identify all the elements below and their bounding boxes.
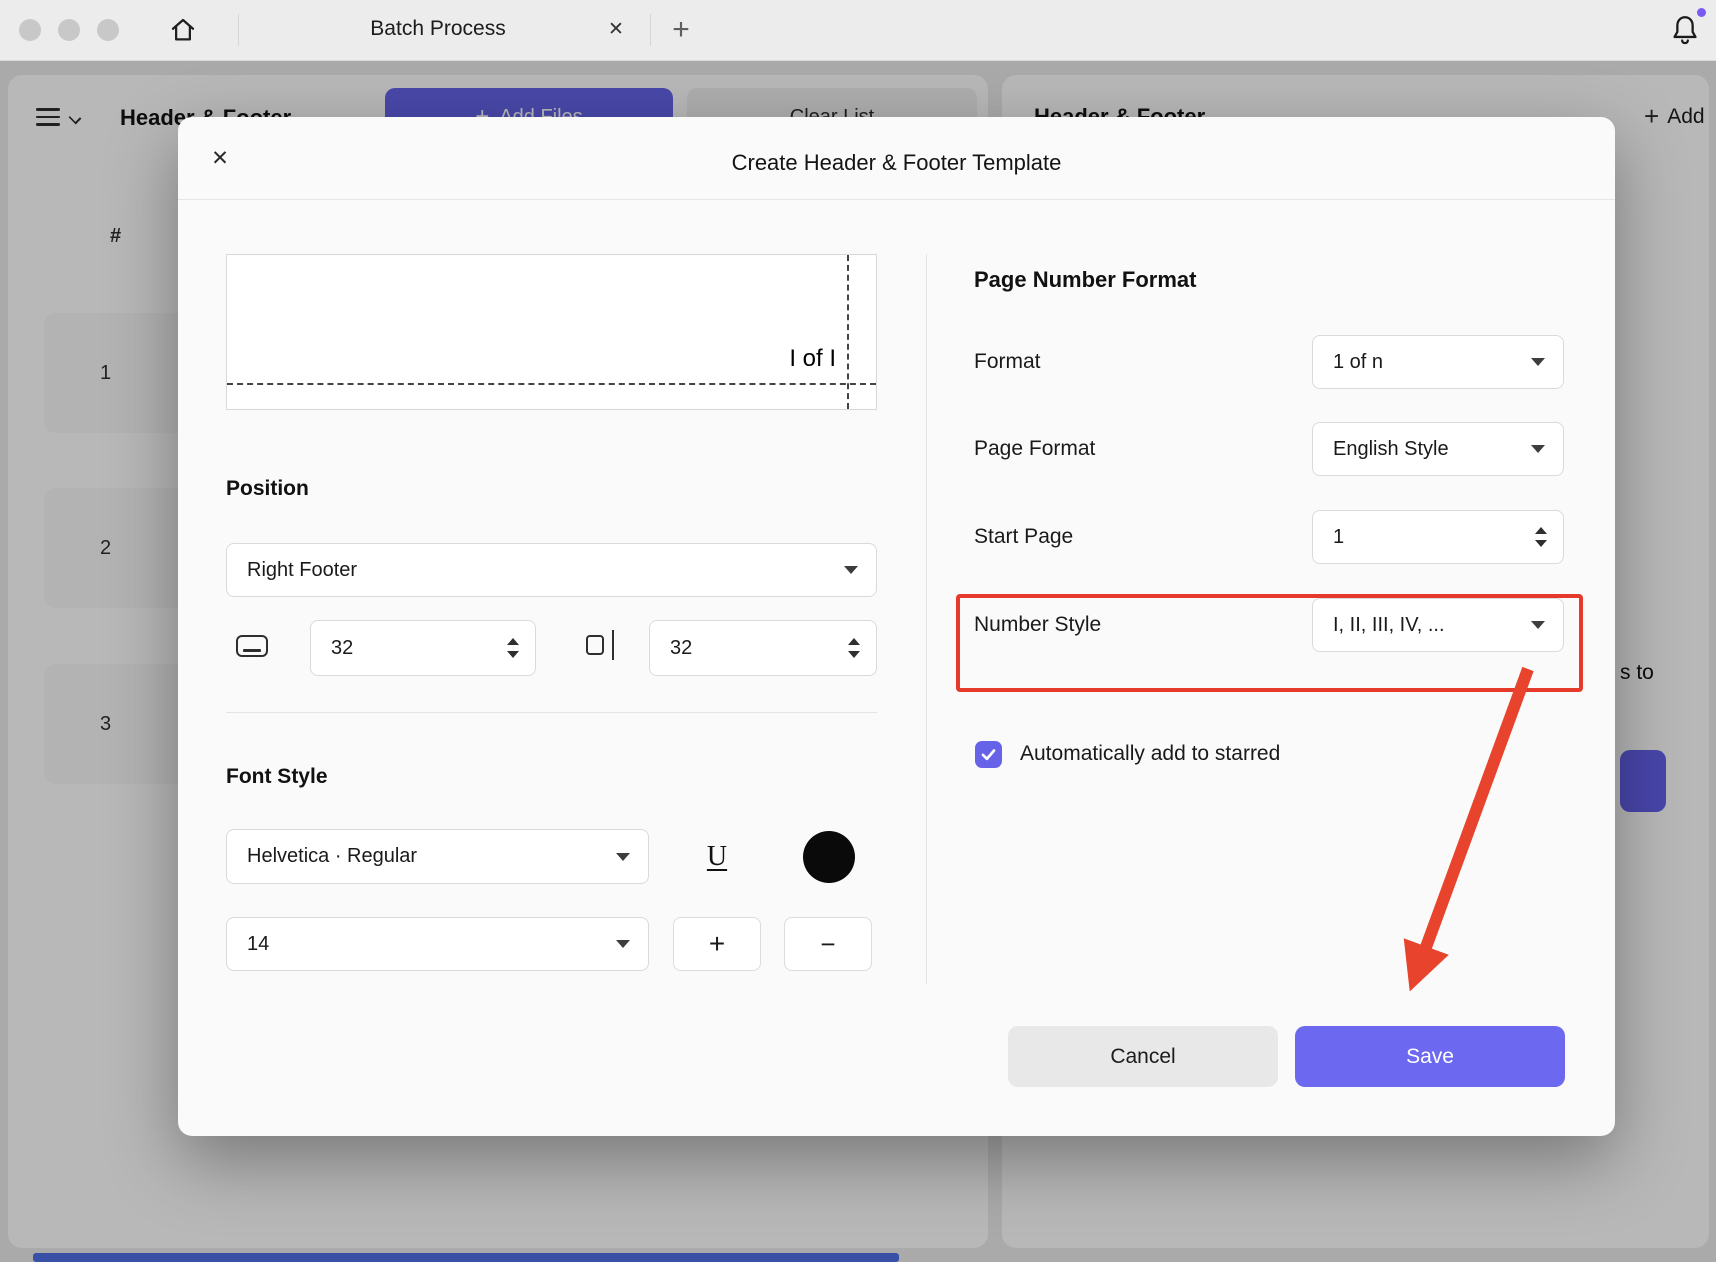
chevron-down-icon <box>1531 621 1545 629</box>
number-style-value: I, II, III, IV, ... <box>1333 614 1445 637</box>
save-button[interactable]: Save <box>1295 1026 1565 1087</box>
chevron-down-icon <box>1531 358 1545 366</box>
bottom-margin-stepper[interactable]: 32 <box>310 620 536 676</box>
bottom-margin-value: 32 <box>331 637 353 660</box>
start-page-value: 1 <box>1333 526 1344 549</box>
position-value: Right Footer <box>247 559 357 582</box>
bottom-margin-icon <box>234 631 270 663</box>
tab-close-icon[interactable]: ✕ <box>603 17 629 43</box>
font-size-value: 14 <box>247 933 269 956</box>
right-margin-stepper[interactable]: 32 <box>649 620 877 676</box>
chevron-down-icon <box>844 566 858 574</box>
window-zoom-button[interactable] <box>97 19 119 41</box>
chevron-down-icon <box>1531 445 1545 453</box>
format-label: Format <box>974 350 1041 374</box>
stepper-arrows[interactable] <box>848 638 860 658</box>
right-margin-guide-line <box>847 255 849 409</box>
stepper-arrows[interactable] <box>1535 527 1547 547</box>
font-style-heading: Font Style <box>226 765 328 789</box>
stepper-arrows[interactable] <box>507 638 519 658</box>
chevron-down-icon <box>616 853 630 861</box>
title-bar: Batch Process ✕ + <box>0 0 1716 61</box>
cancel-button[interactable]: Cancel <box>1008 1026 1278 1087</box>
column-divider <box>926 254 927 984</box>
window-minimize-button[interactable] <box>58 19 80 41</box>
chevron-down-icon <box>616 940 630 948</box>
dialog-title: Create Header & Footer Template <box>178 117 1615 200</box>
dialog-close-icon[interactable]: ✕ <box>206 145 234 173</box>
window-close-button[interactable] <box>19 19 41 41</box>
decrease-size-button[interactable]: − <box>784 917 872 971</box>
font-size-select[interactable]: 14 <box>226 917 649 971</box>
format-value: 1 of n <box>1333 351 1383 374</box>
preview-page-number: I of I <box>789 345 836 373</box>
page-format-select[interactable]: English Style <box>1312 422 1564 476</box>
new-tab-button[interactable]: + <box>666 11 696 49</box>
page-number-format-heading: Page Number Format <box>974 267 1197 293</box>
start-page-stepper[interactable]: 1 <box>1312 510 1564 564</box>
number-style-label: Number Style <box>974 613 1101 637</box>
start-page-label: Start Page <box>974 525 1073 549</box>
tab-separator <box>650 14 651 46</box>
position-select[interactable]: Right Footer <box>226 543 877 597</box>
home-icon[interactable] <box>168 15 198 45</box>
page-format-label: Page Format <box>974 437 1095 461</box>
tab-batch-process[interactable]: Batch Process <box>370 17 505 41</box>
right-margin-icon <box>584 627 624 663</box>
auto-add-starred-checkbox[interactable] <box>975 741 1002 768</box>
increase-size-button[interactable]: + <box>673 917 761 971</box>
format-select[interactable]: 1 of n <box>1312 335 1564 389</box>
font-family-select[interactable]: Helvetica · Regular <box>226 829 649 884</box>
app-window: Batch Process ✕ + Header & Footer + Add … <box>0 0 1716 1262</box>
notification-badge-dot <box>1697 8 1706 17</box>
auto-add-starred-label: Automatically add to starred <box>1020 742 1280 766</box>
number-style-select[interactable]: I, II, III, IV, ... <box>1312 598 1564 652</box>
font-color-swatch[interactable] <box>803 831 855 883</box>
page-preview: I of I <box>226 254 877 410</box>
tab-separator <box>238 14 239 46</box>
notifications-bell-icon[interactable] <box>1668 13 1702 47</box>
right-margin-value: 32 <box>670 637 692 660</box>
underline-button[interactable]: U <box>689 829 745 884</box>
create-header-footer-dialog: Create Header & Footer Template ✕ I of I… <box>178 117 1615 1136</box>
position-heading: Position <box>226 477 309 501</box>
dialog-header: Create Header & Footer Template ✕ <box>178 117 1615 200</box>
font-family-value: Helvetica · Regular <box>247 845 417 868</box>
footer-guide-line <box>227 383 876 385</box>
section-divider <box>226 712 877 713</box>
page-format-value: English Style <box>1333 438 1449 461</box>
